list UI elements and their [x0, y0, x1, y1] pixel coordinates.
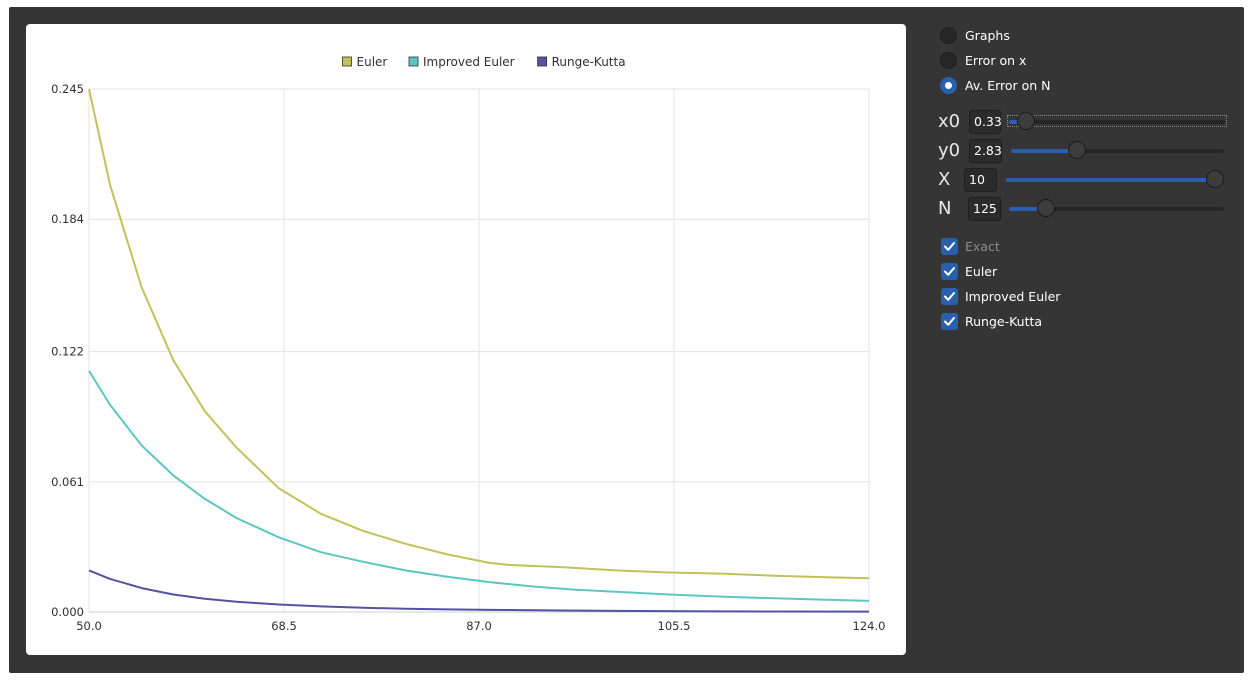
y0-slider[interactable] [1011, 149, 1224, 153]
legend-label: Improved Euler [423, 55, 515, 69]
x0-slider-handle[interactable] [1016, 112, 1035, 130]
legend-label: Runge-Kutta [552, 55, 626, 69]
x-tick-label: 68.5 [271, 619, 297, 633]
X-slider-handle[interactable] [1206, 170, 1224, 188]
N-input[interactable]: 125 [968, 197, 1001, 221]
y-tick-label: 0.245 [51, 82, 84, 96]
N-slider-handle[interactable] [1036, 199, 1055, 217]
exact-label: Exact [965, 238, 1000, 254]
check-icon [944, 241, 955, 251]
x-tick-label: 124.0 [853, 619, 886, 633]
y-tick-label: 0.122 [51, 345, 84, 359]
chart-panel: 50.0 68.5 87.0 105.5 124.0 0.000 0.061 0.122 0.1… [26, 24, 906, 655]
x0-slider[interactable] [1009, 120, 1225, 124]
mode-graphs-label: Graphs [965, 27, 1010, 43]
mode-error-on-x-radio[interactable]: Error on x [940, 50, 1026, 70]
check-icon [944, 316, 955, 326]
legend-swatch [342, 56, 352, 67]
euler-label: Euler [965, 263, 998, 279]
param-name-X: X [938, 169, 951, 190]
param-name-x0: x0 [938, 111, 961, 132]
slider-fill [1006, 178, 1224, 182]
radio-dot [945, 81, 952, 89]
checkbox-indicator[interactable] [941, 262, 958, 280]
check-icon [944, 291, 955, 301]
x0-input[interactable]: 0.33 [969, 110, 1002, 134]
y-tick-label: 0.000 [51, 605, 84, 619]
mode-av-error-on-n-label: Av. Error on N [965, 77, 1051, 93]
X-input[interactable]: 10 [964, 168, 997, 192]
radio-indicator[interactable] [940, 26, 957, 44]
y-tick-label: 0.184 [51, 212, 84, 226]
slider-fill [1009, 207, 1040, 211]
X-slider[interactable] [1006, 178, 1224, 182]
param-row-X: X 10 [938, 167, 1228, 193]
x-tick-label: 105.5 [658, 619, 691, 633]
checkbox-indicator[interactable] [941, 237, 958, 255]
legend-label: Euler [357, 55, 388, 69]
param-row-N: N 125 [938, 196, 1228, 222]
legend-swatch [408, 56, 419, 67]
param-row-x0: x0 0.33 [938, 109, 1228, 135]
checkbox-indicator[interactable] [941, 312, 958, 330]
checkbox-indicator[interactable] [941, 287, 958, 305]
y0-slider-handle[interactable] [1067, 141, 1086, 159]
slider-fill [1011, 149, 1073, 153]
exact-checkbox[interactable]: Exact [941, 236, 1000, 256]
mode-error-on-x-label: Error on x [965, 52, 1027, 68]
radio-indicator[interactable] [940, 76, 957, 94]
error-chart: 50.0 68.5 87.0 105.5 124.0 0.000 0.061 0.122 0.1… [51, 55, 886, 633]
x-tick-label: 87.0 [466, 619, 492, 633]
improved-euler-label: Improved Euler [965, 288, 1061, 304]
param-row-y0: y0 2.83 [938, 138, 1228, 164]
mode-graphs-radio[interactable]: Graphs [940, 25, 1010, 45]
y0-input[interactable]: 2.83 [969, 139, 1002, 163]
check-icon [944, 266, 955, 276]
euler-checkbox[interactable]: Euler [941, 261, 997, 281]
radio-indicator[interactable] [940, 51, 957, 69]
legend-swatch [537, 56, 548, 67]
improved-euler-checkbox[interactable]: Improved Euler [941, 286, 1060, 306]
param-name-N: N [938, 198, 952, 219]
param-name-y0: y0 [938, 140, 961, 161]
x-tick-label: 50.0 [76, 619, 102, 633]
mode-av-error-on-n-radio[interactable]: Av. Error on N [940, 75, 1051, 95]
runge-kutta-checkbox[interactable]: Runge-Kutta [941, 311, 1042, 331]
runge-kutta-label: Runge-Kutta [965, 313, 1043, 329]
y-tick-label: 0.061 [51, 475, 84, 489]
